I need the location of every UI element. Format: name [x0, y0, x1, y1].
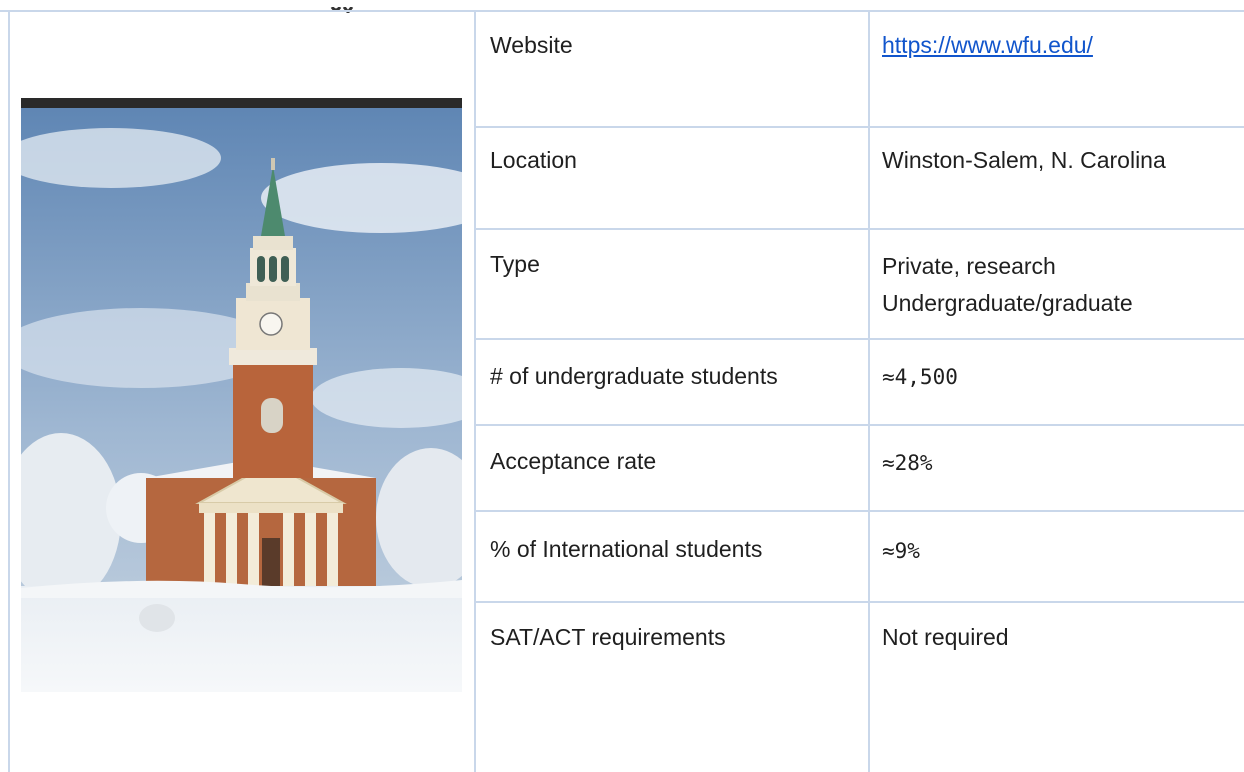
value-international-students: ≈9% — [882, 539, 920, 563]
column-divider-2 — [474, 10, 476, 772]
label-international-students: % of International students — [490, 536, 763, 562]
label-sat-act: SAT/ACT requirements — [490, 624, 726, 650]
label-location: Location — [490, 147, 577, 173]
row-divider-1 — [474, 126, 1244, 128]
row-divider-4 — [474, 424, 1244, 426]
value-acceptance-rate: ≈28% — [882, 451, 933, 475]
value-type-line2: Undergraduate/graduate — [882, 290, 1133, 316]
table-top-border — [0, 10, 1244, 12]
column-divider-3 — [868, 10, 870, 772]
value-type-line1: Private, research — [882, 253, 1056, 279]
value-location: Winston-Salem, N. Carolina — [882, 147, 1166, 173]
website-link[interactable]: https://www.wfu.edu/ — [882, 31, 1093, 60]
value-sat-act: Not required — [882, 624, 1009, 650]
label-acceptance-rate: Acceptance rate — [490, 448, 657, 474]
cropped-heading-fragment — [330, 0, 358, 15]
label-type: Type — [490, 251, 540, 277]
row-divider-2 — [474, 228, 1244, 230]
column-divider-1 — [8, 10, 10, 772]
label-undergrad-students: # of undergraduate students — [490, 363, 778, 389]
row-divider-5 — [474, 510, 1244, 512]
label-website: Website — [490, 32, 573, 58]
row-divider-6 — [474, 601, 1244, 603]
row-divider-3 — [474, 338, 1244, 340]
chapel-illustration — [21, 108, 462, 692]
campus-photo — [21, 98, 462, 692]
value-undergrad-students: ≈4,500 — [882, 365, 958, 389]
